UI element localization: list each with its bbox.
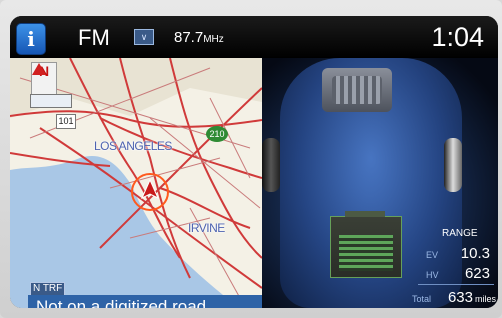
info-button[interactable]: i (16, 23, 46, 55)
map-scale (30, 94, 72, 108)
range-ev-row: EV 10.3 (426, 244, 490, 262)
radio-frequency: 87.7MHz (174, 29, 224, 46)
radio-band: FM (78, 25, 110, 50)
vehicle-energy-panel: RANGE EV 10.3 HV 623 Total 633 miles (262, 58, 498, 308)
info-icon: i (27, 27, 35, 51)
status-bar: i FM ∨ 87.7MHz 1:04 (10, 16, 498, 58)
frequency-unit: MHz (203, 34, 224, 45)
north-arrow-icon (32, 63, 46, 75)
left-tire-graphic (262, 138, 280, 192)
infotainment-screen: i FM ∨ 87.7MHz 1:04 N 101 210 LOS ANGELE… (10, 16, 498, 308)
frequency-value: 87.7 (174, 29, 204, 46)
hv-label: HV (426, 270, 439, 280)
road-status-bar: Not on a digitized road (28, 295, 262, 308)
city-label: IRVINE (188, 221, 225, 235)
range-title: RANGE (442, 228, 478, 239)
ev-label: EV (426, 250, 439, 260)
total-value: 633 (447, 289, 473, 306)
route-shield: 210 (206, 126, 228, 142)
city-label: LOS ANGELES (94, 139, 172, 153)
clock: 1:04 (431, 22, 484, 52)
battery-graphic (330, 211, 402, 278)
motor-graphic (322, 68, 392, 112)
navigation-map[interactable]: N 101 210 LOS ANGELES IRVINE N TRF Not o… (10, 58, 262, 308)
range-total-row: Total 633 miles (412, 288, 496, 306)
ev-value: 10.3 (460, 245, 490, 262)
total-label: Total (412, 294, 432, 304)
traffic-badge[interactable]: N TRF (30, 282, 66, 296)
route-shield: 101 (56, 114, 76, 129)
range-divider (418, 284, 494, 285)
total-value-group: 633 miles (448, 289, 496, 306)
right-tire-graphic (444, 138, 462, 192)
radio-icon: ∨ (134, 29, 154, 45)
total-unit: miles (474, 294, 496, 304)
hv-value: 623 (464, 265, 490, 282)
range-hv-row: HV 623 (426, 264, 490, 282)
compass-indicator[interactable]: N (31, 62, 57, 98)
